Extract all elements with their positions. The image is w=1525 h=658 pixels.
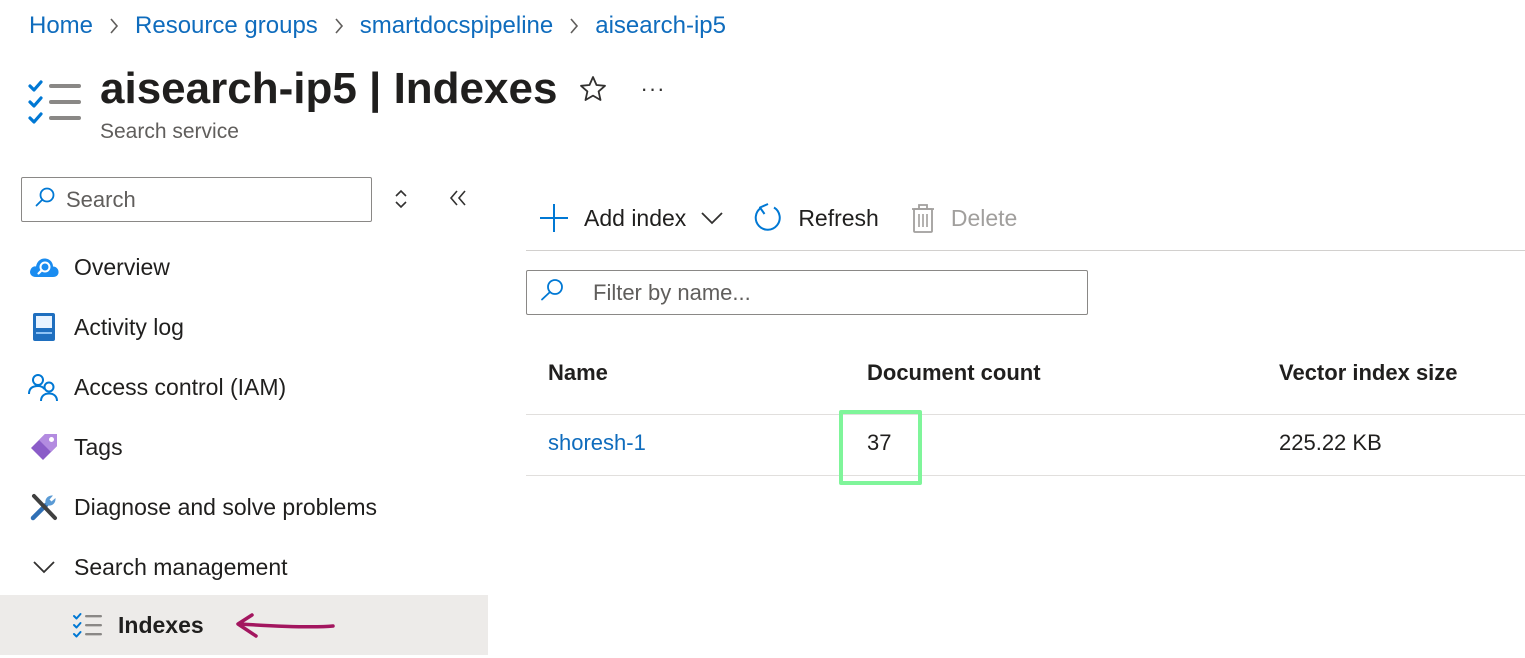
- table-row-divider: [526, 475, 1525, 476]
- sidebar-item-label: Diagnose and solve problems: [74, 493, 378, 520]
- more-options-icon[interactable]: ···: [636, 75, 670, 103]
- chevron-right-icon: [93, 17, 135, 35]
- annotation-arrow: [232, 612, 338, 646]
- star-icon[interactable]: [578, 74, 608, 104]
- page-title: aisearch-ip5 | Indexes: [100, 62, 557, 116]
- add-index-label: Add index: [584, 204, 687, 231]
- chevron-down-icon: [701, 212, 723, 225]
- chevron-down-icon: [28, 551, 60, 583]
- search-icon: [34, 186, 56, 213]
- resource-name: aisearch-ip5: [100, 64, 357, 113]
- sidebar-item-label: Tags: [74, 433, 123, 460]
- wrench-icon: [28, 491, 60, 523]
- breadcrumb-resource[interactable]: aisearch-ip5: [595, 12, 726, 40]
- sidebar-search-input[interactable]: [66, 186, 346, 213]
- sidebar-item-label: Activity log: [74, 313, 184, 340]
- sidebar-item-access-control[interactable]: Access control (IAM): [0, 357, 488, 417]
- delete-button[interactable]: Delete: [909, 202, 1017, 234]
- trash-icon: [911, 204, 934, 233]
- sidebar-item-activity-log[interactable]: Activity log: [0, 297, 488, 357]
- refresh-label: Refresh: [798, 204, 879, 231]
- sidebar-item-label: Overview: [74, 253, 170, 280]
- indexes-icon: [72, 609, 104, 641]
- add-icon: [540, 204, 568, 232]
- sort-icon[interactable]: [388, 186, 414, 212]
- overview-cloud-icon: [28, 251, 60, 283]
- delete-label: Delete: [950, 204, 1018, 231]
- sidebar-item-tags[interactable]: Tags: [0, 417, 488, 477]
- access-control-icon: [28, 371, 60, 403]
- highlight-annotation-box: [839, 410, 922, 485]
- column-header-vector-index-size[interactable]: Vector index size: [1279, 360, 1458, 386]
- filter-by-name-input[interactable]: [593, 279, 1073, 306]
- sidebar-item-label: Access control (IAM): [74, 373, 287, 400]
- tag-icon: [28, 431, 60, 463]
- collapse-sidebar-icon[interactable]: [444, 184, 472, 212]
- activity-log-icon: [28, 311, 60, 343]
- add-index-button[interactable]: Add index: [538, 202, 724, 234]
- title-separator: |: [356, 64, 394, 113]
- vector-index-size-cell: 225.22 KB: [1279, 430, 1382, 455]
- sidebar-item-overview[interactable]: Overview: [0, 237, 488, 297]
- index-name-link[interactable]: shoresh-1: [548, 430, 646, 456]
- command-bar: Add index Refresh Delete: [526, 190, 1017, 246]
- blade-name: Indexes: [393, 64, 558, 113]
- chevron-right-icon: [318, 17, 360, 35]
- breadcrumb-home[interactable]: Home: [29, 12, 93, 40]
- filter-box[interactable]: [526, 270, 1088, 315]
- breadcrumb: Home Resource groups smartdocspipeline a…: [29, 10, 726, 42]
- search-icon: [539, 278, 565, 307]
- page-subtitle: Search service: [100, 120, 239, 143]
- table-header-divider: [526, 414, 1525, 415]
- refresh-button[interactable]: Refresh: [752, 202, 879, 234]
- sidebar-item-diagnose[interactable]: Diagnose and solve problems: [0, 477, 488, 537]
- search-service-icon: [27, 78, 83, 128]
- breadcrumb-resource-group[interactable]: smartdocspipeline: [360, 12, 553, 40]
- toolbar-divider: [526, 250, 1525, 251]
- refresh-icon: [755, 203, 781, 231]
- column-header-document-count[interactable]: Document count: [867, 360, 1041, 386]
- sidebar-group-search-management[interactable]: Search management: [0, 537, 488, 597]
- sidebar-item-label: Indexes: [118, 611, 204, 638]
- chevron-right-icon: [553, 17, 595, 35]
- sidebar-group-label: Search management: [74, 553, 288, 580]
- column-header-name[interactable]: Name: [548, 360, 608, 386]
- breadcrumb-resource-groups[interactable]: Resource groups: [135, 12, 318, 40]
- sidebar-search-box[interactable]: [21, 177, 372, 222]
